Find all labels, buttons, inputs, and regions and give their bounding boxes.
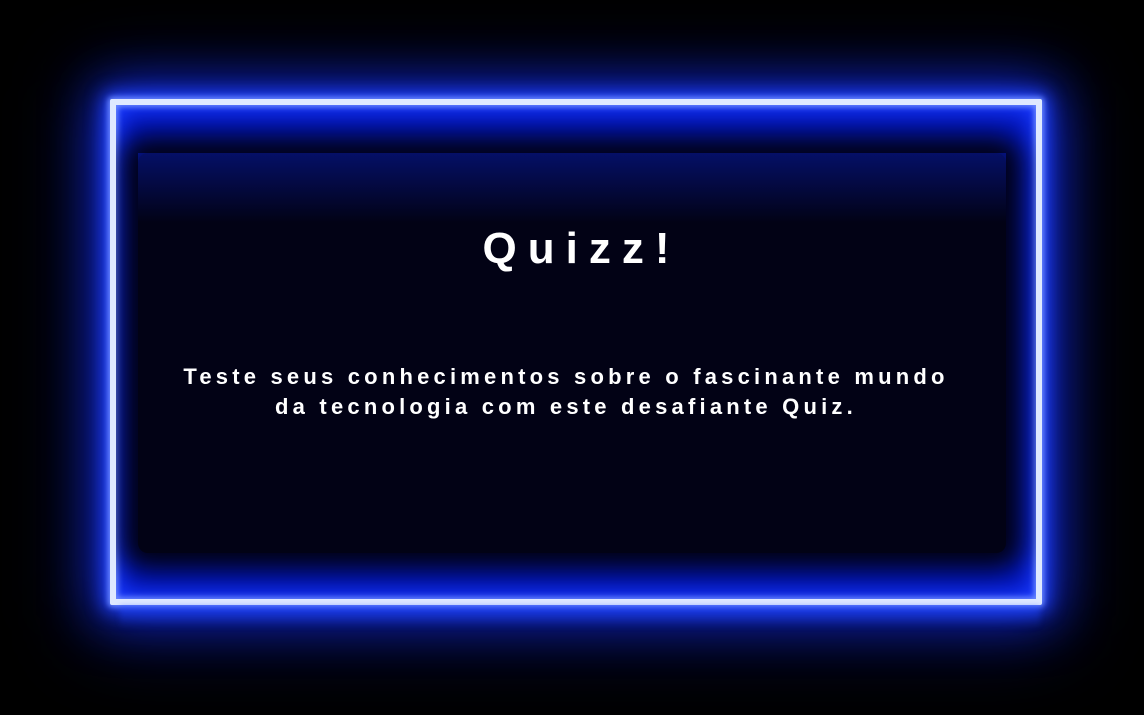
page-title: Quizz! (482, 224, 681, 273)
hero-description: Teste seus conhecimentos sobre o fascina… (183, 364, 949, 419)
page: Quizz! Teste seus conhecimentos sobre o … (0, 0, 1144, 715)
frame-reflection (120, 606, 1040, 628)
hero-content: Quizz! Teste seus conhecimentos sobre o … (110, 99, 1042, 605)
